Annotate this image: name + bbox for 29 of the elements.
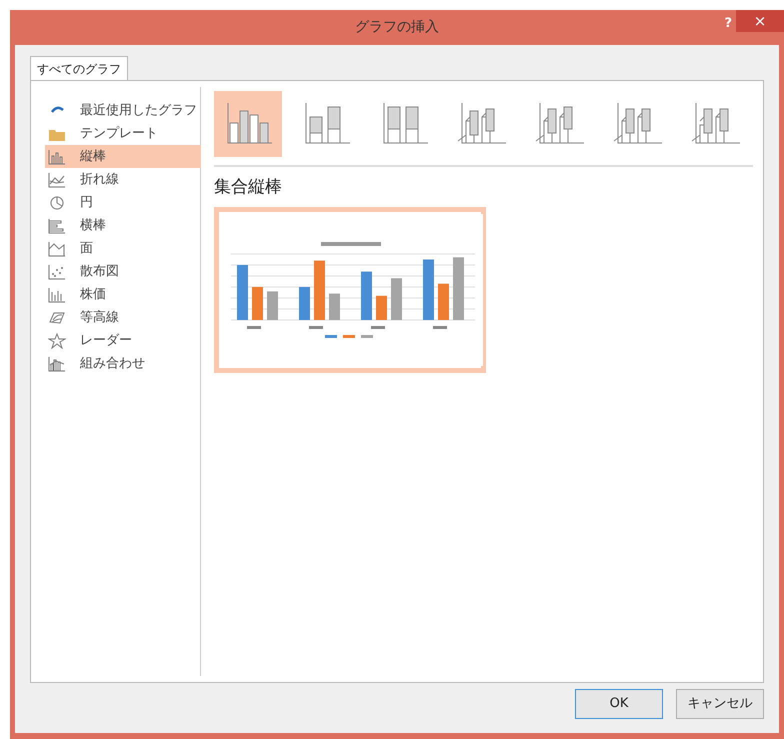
chart-category-item[interactable]: 株価 (45, 283, 201, 306)
chart-category-item[interactable]: 面 (45, 237, 201, 260)
chart-category-item[interactable]: 組み合わせ (45, 352, 201, 375)
window-title: グラフの挿入 (355, 18, 439, 37)
cancel-button[interactable]: キャンセル (676, 689, 764, 719)
chart-category-item[interactable]: 横棒 (45, 214, 201, 237)
line-chart-icon (48, 172, 66, 188)
chart-category-item[interactable]: テンプレート (45, 122, 201, 145)
ok-button[interactable]: OK (575, 689, 663, 719)
close-button[interactable]: × (736, 10, 784, 32)
chart-category-item[interactable]: 折れ線 (45, 168, 201, 191)
chart-category-item[interactable]: 円 (45, 191, 201, 214)
column-chart-icon (48, 148, 66, 164)
chart-type-button[interactable] (214, 91, 282, 157)
surface-chart-icon (48, 310, 66, 326)
chart-category-item[interactable]: 縦棒 (45, 145, 201, 168)
chart-category-item[interactable]: 散布図 (45, 260, 201, 283)
chart-category-item[interactable]: 等高線 (45, 306, 201, 329)
bar-chart-icon (48, 218, 66, 234)
stock-chart-icon (48, 286, 66, 302)
chart-category-item[interactable]: 最近使用したグラフ (45, 99, 201, 122)
pie-chart-icon (48, 194, 66, 210)
area-chart-icon (48, 240, 66, 256)
scatter-chart-icon (48, 264, 66, 280)
radar-chart-icon (48, 332, 66, 348)
tab[interactable]: すべてのグラフ (30, 56, 128, 81)
combo-chart-icon (48, 356, 66, 372)
chart-category-item[interactable]: レーダー (45, 329, 201, 352)
chart-type-title: 集合縦棒 (214, 176, 282, 199)
